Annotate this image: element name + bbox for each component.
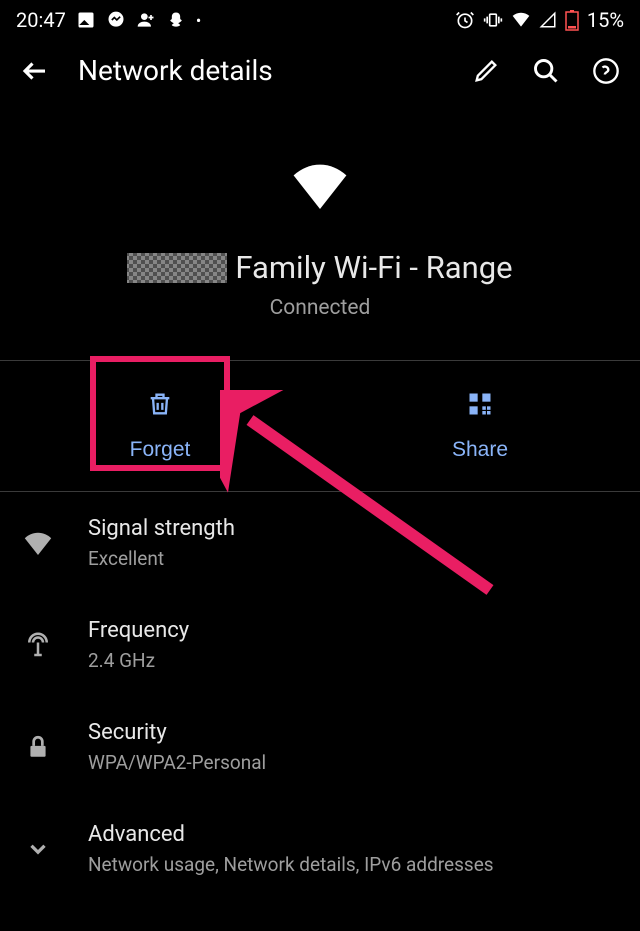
status-bar: 20:47 • 15% [0,0,640,40]
advanced-title: Advanced [88,822,494,847]
search-button[interactable] [532,57,560,85]
network-hero: Family Wi-Fi - Range Connected [0,101,640,360]
share-button[interactable]: Share [320,361,640,491]
add-person-icon [136,10,156,30]
signal-strength-item[interactable]: Signal strength Excellent [0,492,640,594]
lock-icon [20,732,56,762]
detail-text: Frequency 2.4 GHz [88,618,189,672]
status-left: 20:47 • [16,8,201,32]
status-right: 15% [455,8,624,32]
qr-icon [466,390,494,424]
more-dot-icon: • [196,11,201,30]
page-title: Network details [78,54,444,87]
battery-percent: 15% [587,8,624,32]
wifi-status-icon [511,10,531,30]
signal-value: Excellent [88,547,235,570]
status-time: 20:47 [16,8,66,32]
app-bar: Network details [0,40,640,101]
frequency-item[interactable]: Frequency 2.4 GHz [0,594,640,696]
security-title: Security [88,720,266,745]
wifi-signal-icon [20,531,56,555]
share-label: Share [452,438,508,462]
signal-title: Signal strength [88,516,235,541]
detail-text: Signal strength Excellent [88,516,235,570]
vibrate-icon [483,10,503,30]
frequency-icon [20,630,56,660]
chevron-down-icon [20,836,56,862]
gallery-icon [76,10,96,30]
detail-text: Advanced Network usage, Network details,… [88,822,494,876]
detail-list: Signal strength Excellent Frequency 2.4 … [0,492,640,900]
app-bar-actions [472,57,620,85]
messenger-icon [106,10,126,30]
network-name: Family Wi-Fi - Range [127,249,512,286]
help-button[interactable] [592,57,620,85]
alarm-icon [455,10,475,30]
frequency-title: Frequency [88,618,189,643]
forget-label: Forget [130,438,191,462]
security-value: WPA/WPA2-Personal [88,751,266,774]
trash-icon [146,390,174,424]
network-name-text: Family Wi-Fi - Range [235,249,512,286]
detail-text: Security WPA/WPA2-Personal [88,720,266,774]
edit-button[interactable] [472,57,500,85]
snapchat-icon [166,10,186,30]
forget-button[interactable]: Forget [0,361,320,491]
advanced-item[interactable]: Advanced Network usage, Network details,… [0,798,640,900]
wifi-icon [290,161,350,213]
advanced-value: Network usage, Network details, IPv6 add… [88,853,494,876]
back-button[interactable] [20,56,50,86]
battery-icon [565,9,579,31]
action-row: Forget Share [0,361,640,491]
cellular-icon [539,11,557,29]
frequency-value: 2.4 GHz [88,649,189,672]
network-status: Connected [270,296,371,320]
redacted-prefix [127,253,227,283]
security-item[interactable]: Security WPA/WPA2-Personal [0,696,640,798]
